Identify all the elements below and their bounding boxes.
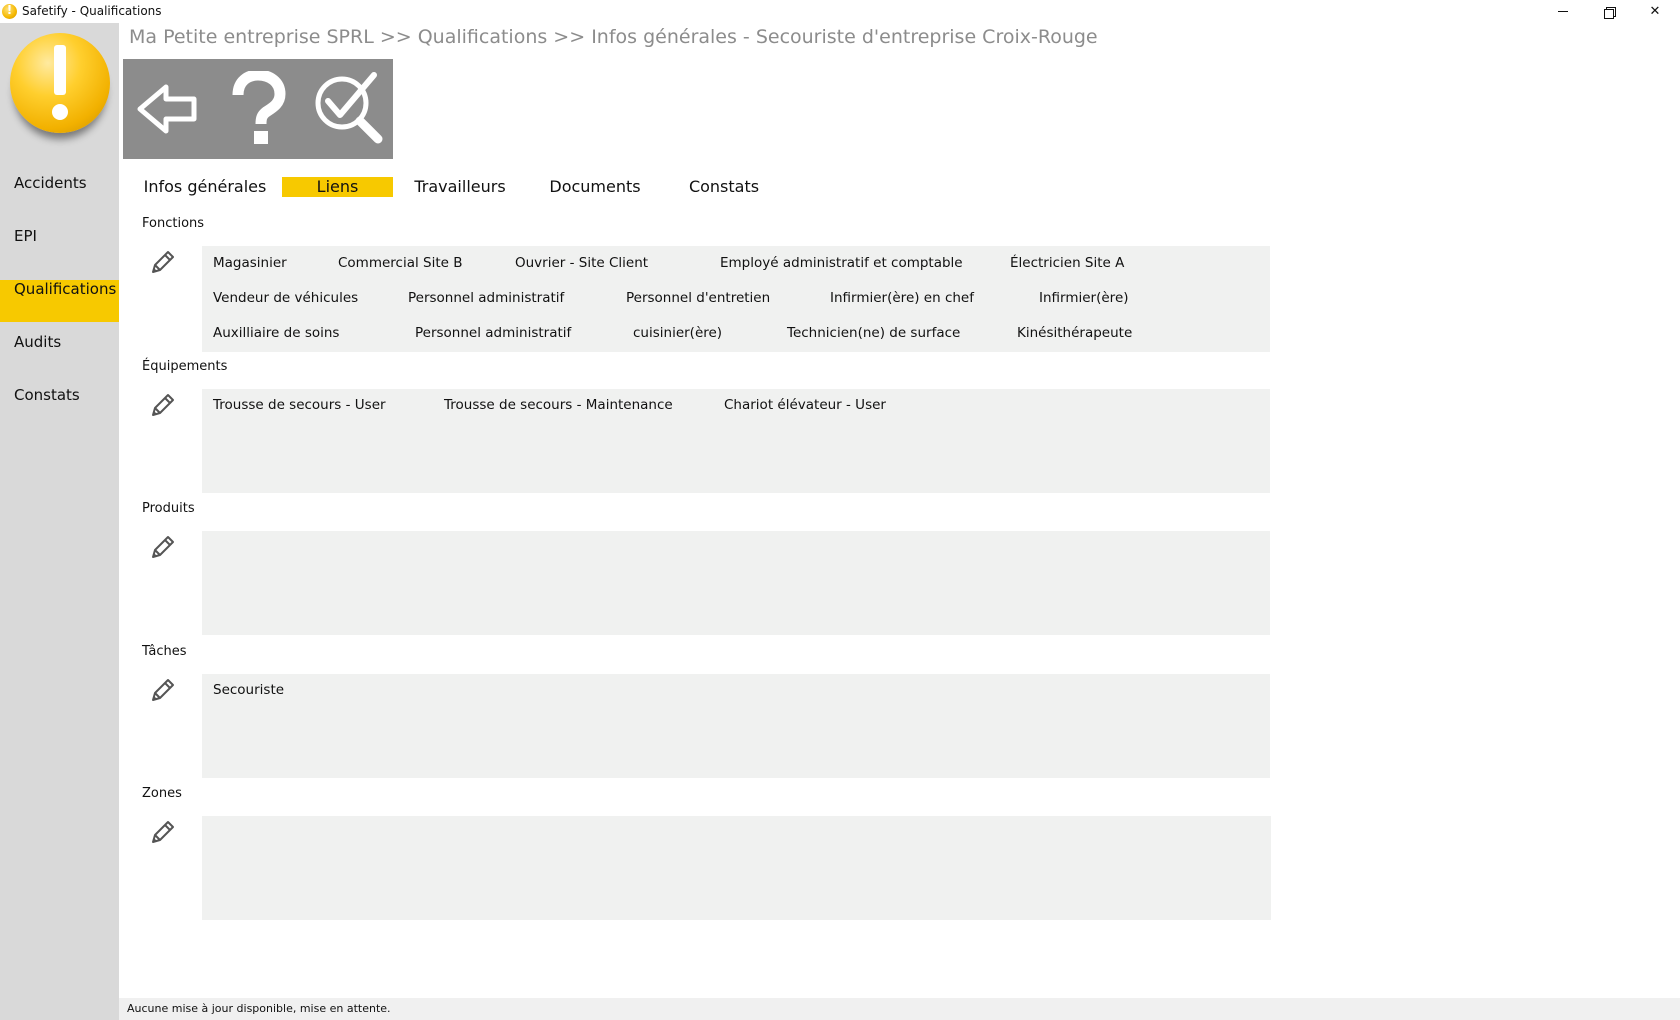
window-title: Safetify - Qualifications — [22, 4, 162, 18]
list-item[interactable]: Vendeur de véhicules — [213, 290, 358, 306]
minimize-icon — [1558, 11, 1568, 12]
title-bar: Safetify - Qualifications ✕ — [0, 0, 1680, 23]
sidebar-item-qualifications[interactable]: Qualifications — [0, 280, 119, 322]
list-item[interactable]: Magasinier — [213, 255, 287, 271]
toolbar — [123, 59, 393, 159]
edit-zones-button[interactable] — [149, 818, 177, 846]
list-item[interactable]: Ouvrier - Site Client — [515, 255, 648, 271]
taches-panel: Secouriste — [202, 674, 1270, 778]
list-item[interactable]: Personnel d'entretien — [626, 290, 770, 306]
edit-produits-button[interactable] — [149, 533, 177, 561]
list-item[interactable]: Trousse de secours - User — [213, 397, 386, 413]
back-button[interactable] — [123, 59, 213, 159]
help-icon — [232, 71, 286, 144]
search-check-icon — [315, 72, 383, 144]
list-item[interactable]: Infirmier(ère) en chef — [830, 290, 974, 306]
safetify-logo — [8, 33, 110, 153]
close-icon: ✕ — [1649, 4, 1661, 19]
list-item[interactable]: Secouriste — [213, 682, 284, 698]
zones-panel — [202, 816, 1271, 920]
list-item[interactable]: Personnel administratif — [415, 325, 571, 341]
pencil-icon — [152, 679, 174, 701]
sidebar: Accidents EPI Qualifications Audits Cons… — [0, 23, 119, 1020]
section-label-taches: Tâches — [142, 644, 187, 659]
list-item[interactable]: Commercial Site B — [338, 255, 463, 271]
sidebar-item-constats[interactable]: Constats — [0, 386, 119, 428]
section-label-produits: Produits — [142, 501, 195, 516]
fonctions-panel: Magasinier Commercial Site B Ouvrier - S… — [202, 246, 1270, 352]
pencil-icon — [152, 251, 174, 273]
list-item[interactable]: Technicien(ne) de surface — [787, 325, 960, 341]
list-item[interactable]: Kinésithérapeute — [1017, 325, 1132, 341]
pencil-icon — [152, 394, 174, 416]
equipements-panel: Trousse de secours - User Trousse de sec… — [202, 389, 1270, 493]
list-item[interactable]: Employé administratif et comptable — [720, 255, 963, 271]
list-item[interactable]: cuisinier(ère) — [633, 325, 722, 341]
pencil-icon — [152, 821, 174, 843]
logo-exclamation-dot — [52, 104, 68, 120]
tab-travailleurs[interactable]: Travailleurs — [412, 177, 508, 197]
logo-exclamation-bar — [54, 45, 66, 95]
minimize-button[interactable] — [1540, 0, 1586, 23]
tab-infos-generales[interactable]: Infos générales — [142, 177, 268, 197]
status-bar: Aucune mise à jour disponible, mise en a… — [119, 998, 1680, 1020]
section-label-zones: Zones — [142, 786, 182, 801]
pencil-icon — [152, 536, 174, 558]
sidebar-item-accidents[interactable]: Accidents — [0, 174, 119, 216]
help-button[interactable] — [213, 59, 303, 159]
search-check-button[interactable] — [303, 59, 393, 159]
tab-liens[interactable]: Liens — [282, 177, 393, 197]
section-label-fonctions: Fonctions — [142, 216, 205, 231]
sidebar-item-epi[interactable]: EPI — [0, 227, 119, 269]
list-item[interactable]: Auxilliaire de soins — [213, 325, 339, 341]
edit-equipements-button[interactable] — [149, 391, 177, 419]
list-item[interactable]: Électricien Site A — [1010, 255, 1124, 271]
app-logo-icon — [2, 3, 17, 19]
close-button[interactable]: ✕ — [1632, 0, 1678, 23]
tab-constats[interactable]: Constats — [682, 177, 766, 197]
list-item[interactable]: Chariot élévateur - User — [724, 397, 886, 413]
breadcrumb: Ma Petite entreprise SPRL >> Qualificati… — [129, 26, 1098, 48]
list-item[interactable]: Trousse de secours - Maintenance — [444, 397, 673, 413]
list-item[interactable]: Infirmier(ère) — [1039, 290, 1129, 306]
tab-documents[interactable]: Documents — [547, 177, 643, 197]
restore-icon — [1604, 6, 1616, 19]
produits-panel — [202, 531, 1270, 635]
sidebar-item-audits[interactable]: Audits — [0, 333, 119, 375]
back-arrow-icon — [137, 84, 197, 134]
list-item[interactable]: Personnel administratif — [408, 290, 564, 306]
restore-button[interactable] — [1586, 0, 1632, 23]
status-text: Aucune mise à jour disponible, mise en a… — [127, 1002, 391, 1015]
edit-fonctions-button[interactable] — [149, 248, 177, 276]
section-label-equipements: Équipements — [142, 359, 228, 374]
edit-taches-button[interactable] — [149, 676, 177, 704]
